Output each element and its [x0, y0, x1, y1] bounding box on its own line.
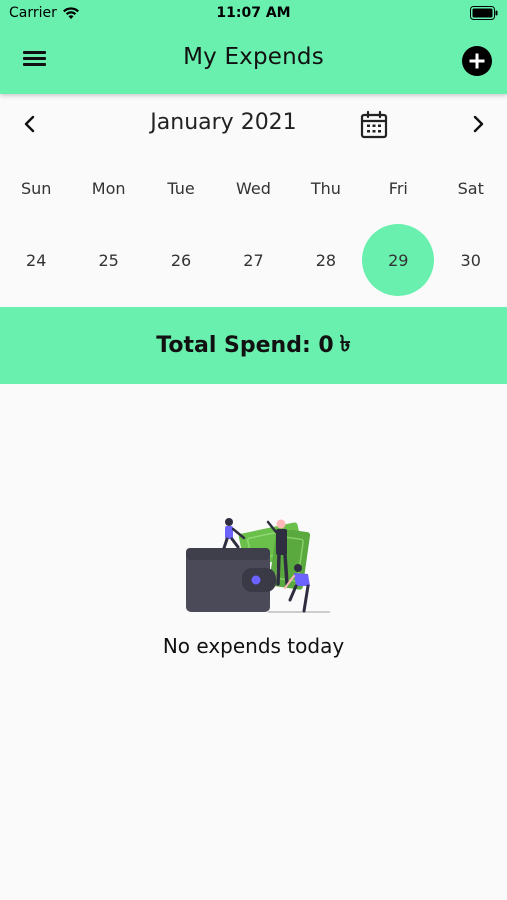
- calendar-icon: [360, 110, 388, 139]
- total-spend-label: Total Spend: 0: [156, 333, 334, 358]
- day-cell[interactable]: 24: [0, 224, 72, 296]
- page-title: My Expends: [183, 44, 324, 70]
- app-bar: My Expends: [0, 28, 507, 94]
- day-cell[interactable]: 30: [435, 224, 507, 296]
- weekday-label: Sun: [20, 179, 52, 198]
- day-number: 24: [26, 250, 47, 270]
- day-number: 28: [315, 250, 337, 270]
- weekday-label: Thu: [310, 179, 341, 198]
- status-bar: Carrier 11:07 AM: [0, 0, 507, 28]
- calendar-picker-button[interactable]: [360, 110, 388, 144]
- prev-month-button[interactable]: [22, 114, 38, 138]
- weekday-label: Mon: [91, 179, 126, 198]
- chevron-right-icon: [473, 115, 484, 133]
- week-days-row: 24 25 26 27 28 29 30: [0, 224, 507, 296]
- add-expense-button[interactable]: [462, 46, 492, 76]
- day-cell[interactable]: 26: [145, 224, 217, 296]
- weekday-label: Tue: [167, 179, 195, 198]
- chevron-left-icon: [24, 115, 35, 133]
- empty-state-message: No expends today: [162, 634, 345, 658]
- day-cell-selected[interactable]: 29: [362, 224, 435, 296]
- weekday-label: Wed: [236, 179, 271, 198]
- month-title[interactable]: January 2021: [110, 110, 337, 135]
- add-circle-icon: [469, 53, 485, 69]
- empty-state-illustration: [180, 508, 336, 618]
- weekday-label: Sat: [457, 179, 484, 198]
- next-month-button[interactable]: [470, 114, 486, 138]
- battery-icon: [470, 6, 498, 24]
- currency-symbol: ৳: [339, 332, 351, 357]
- day-cell[interactable]: 25: [72, 224, 144, 296]
- day-cell[interactable]: 27: [217, 224, 289, 296]
- header-area: Carrier 11:07 AM My Expends: [0, 0, 507, 94]
- total-spend-banner: Total Spend: 0 ৳: [0, 307, 507, 384]
- day-number: 27: [243, 250, 264, 270]
- day-cell[interactable]: 28: [290, 224, 362, 296]
- day-number: 25: [98, 250, 119, 270]
- weekday-header: Sun Mon Tue Wed Thu Fri Sat: [0, 172, 507, 206]
- weekday-label: Fri: [388, 179, 408, 198]
- status-time: 11:07 AM: [216, 5, 291, 21]
- day-number: 29: [362, 224, 435, 296]
- day-number: 30: [460, 250, 481, 270]
- day-number: 26: [170, 250, 192, 270]
- month-navigator: January 2021: [0, 94, 507, 156]
